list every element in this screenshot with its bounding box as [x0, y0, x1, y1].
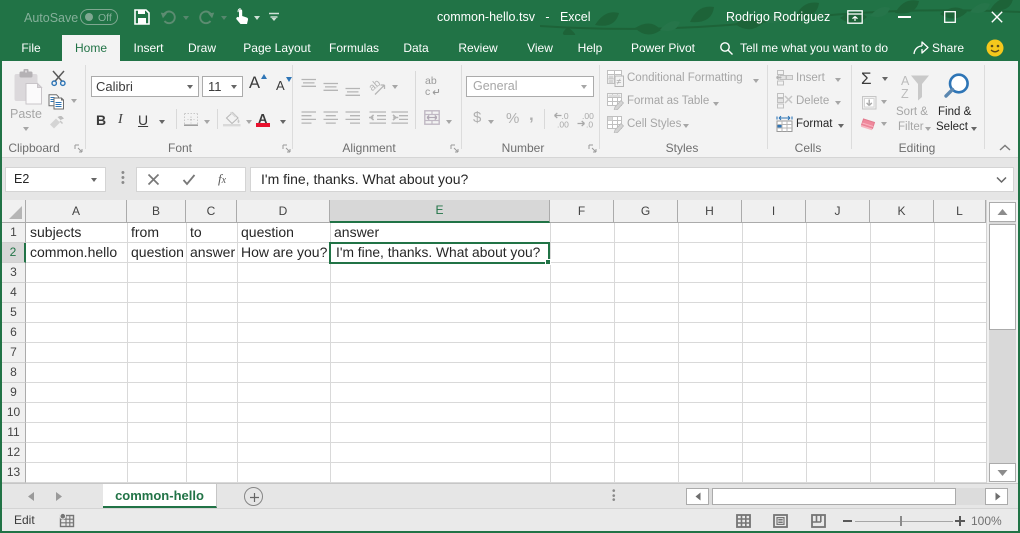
- svg-text:A: A: [901, 74, 910, 88]
- svg-text:.0: .0: [586, 120, 593, 129]
- svg-text:c: c: [425, 86, 430, 97]
- svg-text:≠: ≠: [617, 77, 622, 87]
- svg-text:.00: .00: [557, 120, 569, 129]
- svg-text:Z: Z: [901, 87, 909, 101]
